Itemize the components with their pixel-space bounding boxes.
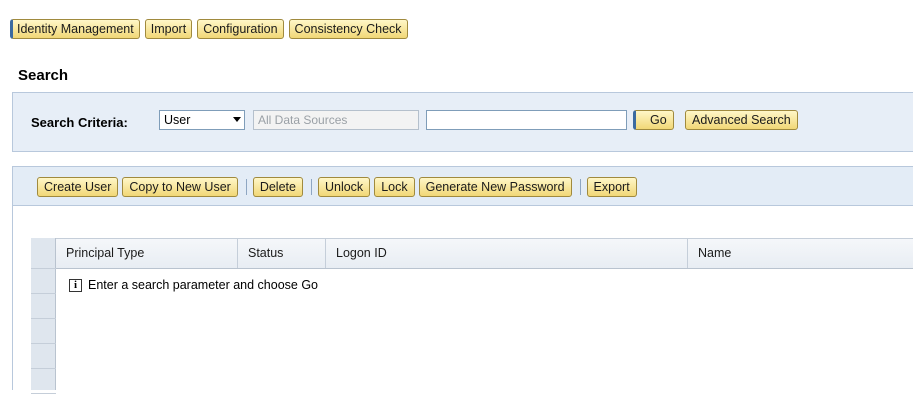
generate-new-password-button[interactable]: Generate New Password (418, 177, 572, 197)
tab-consistency-check[interactable]: Consistency Check (288, 19, 408, 39)
copy-to-new-user-button[interactable]: Copy to New User (122, 177, 238, 197)
toolbar: Create User Copy to New User Delete Unlo… (37, 177, 641, 197)
unlock-button[interactable]: Unlock (317, 177, 371, 197)
tab-configuration[interactable]: Configuration (197, 19, 284, 39)
row-selector[interactable] (31, 344, 56, 369)
toolbar-separator (579, 179, 581, 195)
table-header: Principal Type Status Logon ID Name (56, 238, 913, 269)
delete-button[interactable]: Delete (252, 177, 303, 197)
row-selector-column (31, 238, 56, 394)
create-user-button[interactable]: Create User (37, 177, 119, 197)
go-button[interactable]: Go (633, 110, 674, 130)
row-selector[interactable] (31, 319, 56, 344)
empty-message-text: Enter a search parameter and choose Go (88, 278, 318, 292)
toolbar-separator (245, 179, 247, 195)
column-logon-id[interactable]: Logon ID (326, 239, 688, 268)
search-criteria-label: Search Criteria: (31, 115, 128, 130)
principal-type-select[interactable]: User (159, 110, 245, 130)
chevron-down-icon (233, 117, 241, 122)
column-name[interactable]: Name (688, 239, 913, 268)
select-all-cell[interactable] (31, 238, 56, 269)
tab-identity-management[interactable]: Identity Management (10, 19, 140, 39)
toolbar-separator (310, 179, 312, 195)
row-selector[interactable] (31, 369, 56, 394)
empty-message: i Enter a search parameter and choose Go (69, 278, 318, 292)
advanced-search-button[interactable]: Advanced Search (685, 110, 798, 130)
lock-button[interactable]: Lock (374, 177, 415, 197)
tab-import[interactable]: Import (144, 19, 193, 39)
page-title: Search (18, 67, 69, 84)
export-button[interactable]: Export (586, 177, 637, 197)
row-selector[interactable] (31, 269, 56, 294)
column-status[interactable]: Status (238, 239, 326, 268)
top-navigation: Identity Management Import Configuration… (0, 16, 413, 42)
row-selector[interactable] (31, 294, 56, 319)
column-principal-type[interactable]: Principal Type (56, 239, 238, 268)
data-sources-field[interactable]: All Data Sources (253, 110, 419, 130)
search-input[interactable] (426, 110, 627, 130)
principal-type-selected: User (164, 113, 191, 127)
info-icon: i (69, 278, 82, 292)
